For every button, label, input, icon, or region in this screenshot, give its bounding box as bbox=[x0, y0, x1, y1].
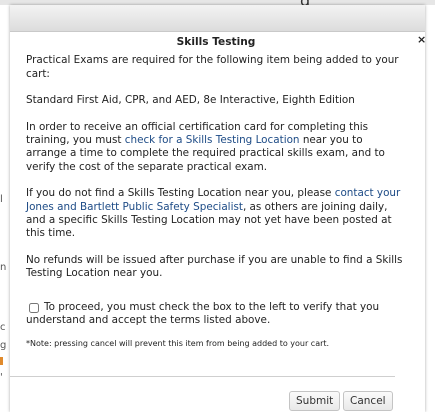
background-edge-text: l bbox=[0, 194, 3, 205]
refund-notice: No refunds will be issued after purchase… bbox=[26, 253, 403, 280]
dialog-titlebar bbox=[10, 5, 425, 32]
item-name: Standard First Aid, CPR, and AED, 8e Int… bbox=[26, 94, 355, 107]
submit-button[interactable]: Submit bbox=[289, 391, 341, 411]
agree-row: To proceed, you must check the box to th… bbox=[26, 301, 406, 328]
background-edge-text: g bbox=[0, 340, 7, 351]
footer-divider bbox=[10, 376, 395, 377]
agree-label[interactable]: To proceed, you must check the box to th… bbox=[26, 301, 406, 328]
contact-paragraph: If you do not find a Skills Testing Loca… bbox=[26, 187, 401, 240]
skills-testing-dialog: Skills Testing Practical Exams are requi… bbox=[10, 5, 425, 412]
certification-paragraph: In order to receive an official certific… bbox=[26, 120, 385, 173]
background-edge-text: ' bbox=[0, 372, 3, 383]
background-edge-marker bbox=[0, 357, 3, 365]
check-skills-testing-location-link[interactable]: check for a Skills Testing Location bbox=[125, 134, 300, 146]
background-edge-text: c bbox=[0, 322, 6, 333]
agree-checkbox[interactable] bbox=[29, 302, 39, 313]
background-edge-text: n bbox=[0, 262, 7, 273]
close-icon[interactable]: × bbox=[417, 33, 426, 46]
dialog-title: Skills Testing bbox=[176, 36, 256, 48]
cancel-note: *Note: pressing cancel will prevent this… bbox=[26, 338, 330, 348]
intro-text: Practical Exams are required for the fol… bbox=[26, 54, 399, 80]
cancel-button[interactable]: Cancel bbox=[343, 391, 393, 411]
dialog-content: Skills Testing Practical Exams are requi… bbox=[26, 36, 406, 349]
